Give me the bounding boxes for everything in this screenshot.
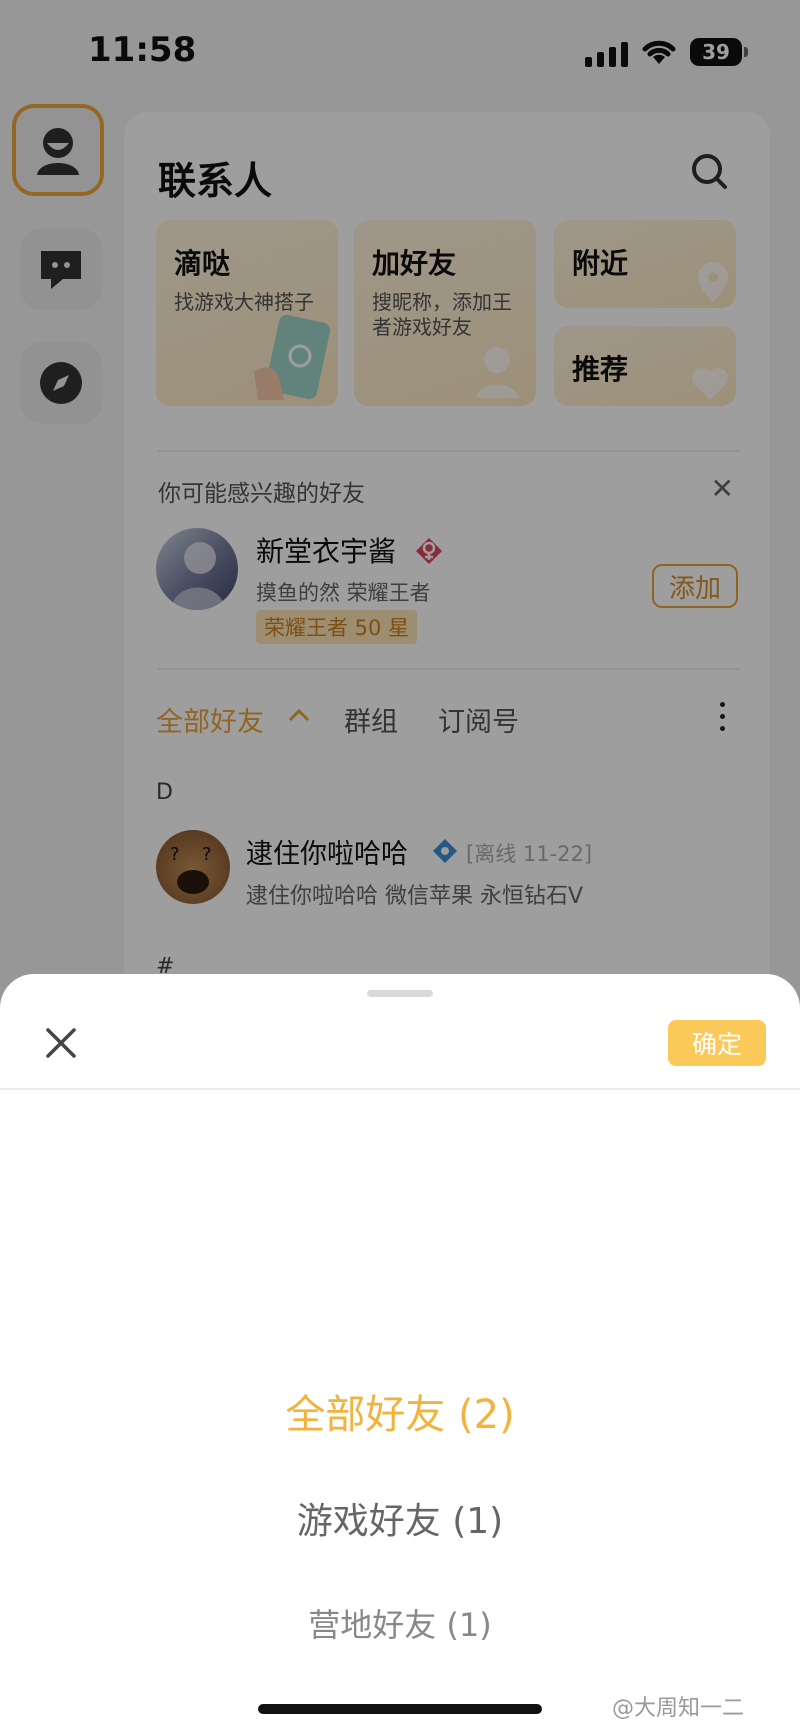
sheet-grabber[interactable]	[367, 990, 433, 997]
friend-filter-sheet: 确定 全部好友 (2) 游戏好友 (1) 营地好友 (1)	[0, 974, 800, 1732]
confirm-button[interactable]: 确定	[668, 1020, 766, 1066]
option-game-friends[interactable]: 游戏好友 (1)	[0, 1492, 800, 1544]
option-camp-friends[interactable]: 营地好友 (1)	[0, 1600, 800, 1646]
divider	[0, 1088, 800, 1090]
close-icon[interactable]	[44, 1026, 78, 1064]
option-all-friends[interactable]: 全部好友 (2)	[0, 1382, 800, 1440]
watermark: @大周知一二	[612, 1696, 745, 1721]
home-indicator[interactable]	[258, 1704, 542, 1714]
